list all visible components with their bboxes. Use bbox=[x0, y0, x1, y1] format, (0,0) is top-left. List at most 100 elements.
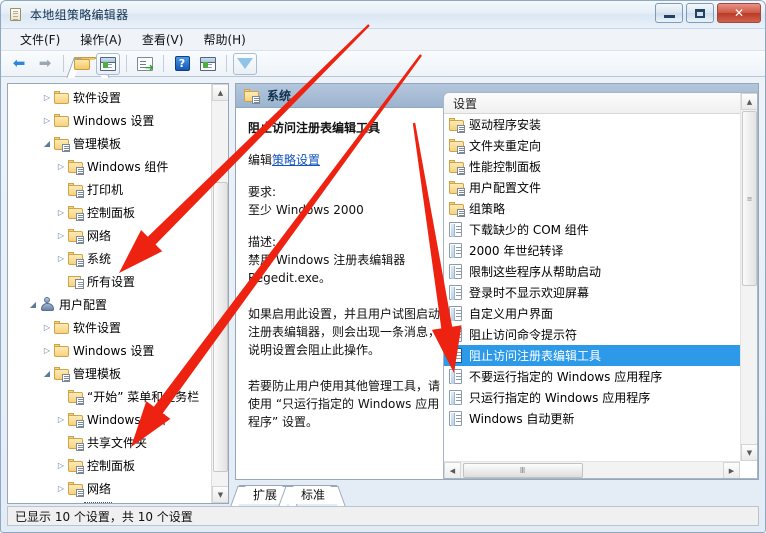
settings-list-row[interactable]: 自定义用户界面 bbox=[444, 303, 740, 324]
tree-node[interactable]: 打印机 bbox=[8, 178, 210, 201]
export-list-button[interactable]: ➜ bbox=[133, 53, 157, 75]
tree-node[interactable]: ▷ 网络 bbox=[8, 477, 210, 500]
back-button[interactable]: ⬅ bbox=[7, 53, 31, 75]
tree-expander-icon[interactable]: ◢ bbox=[40, 369, 54, 378]
policy-setting-icon bbox=[449, 327, 462, 342]
settings-list-row[interactable]: 登录时不显示欢迎屏幕 bbox=[444, 282, 740, 303]
list-hscroll-grip: Ⅲ bbox=[519, 466, 527, 475]
tree-expander-icon[interactable]: ▷ bbox=[54, 208, 68, 217]
tree-scroll-thumb[interactable] bbox=[213, 182, 228, 472]
tree-vertical-scrollbar[interactable]: ▲ ▼ bbox=[211, 84, 228, 503]
tree-node-label: 管理模板 bbox=[73, 137, 122, 151]
filter-button[interactable] bbox=[233, 52, 257, 75]
settings-list-row-label: 阻止访问命令提示符 bbox=[469, 328, 578, 342]
settings-list-row[interactable]: 驱动程序安装 bbox=[444, 114, 740, 135]
tree-node[interactable]: 共享文件夹 bbox=[8, 431, 210, 454]
settings-list-row[interactable]: 阻止访问命令提示符 bbox=[444, 324, 740, 345]
settings-list-row-label: 组策略 bbox=[469, 202, 506, 216]
tree-node[interactable]: ◢ 用户配置 bbox=[8, 293, 210, 316]
tree-node[interactable]: 所有设置 bbox=[8, 270, 210, 293]
settings-list-row[interactable]: 2000 年世纪转译 bbox=[444, 240, 740, 261]
settings-list-row[interactable]: 性能控制面板 bbox=[444, 156, 740, 177]
up-folder-button[interactable] bbox=[70, 53, 102, 75]
toolbar: ⬅ ➡ ➜ ? bbox=[1, 51, 765, 77]
tree-node[interactable]: “开始” 菜单和任务栏 bbox=[8, 385, 210, 408]
tree-node[interactable]: ▷ Windows 组件 bbox=[8, 408, 210, 431]
tree-node[interactable]: ▷ 软件设置 bbox=[8, 316, 210, 339]
settings-list-row-selected[interactable]: 阻止访问注册表编辑工具 bbox=[444, 345, 740, 366]
tree-node[interactable]: ▷系统 bbox=[8, 247, 210, 270]
tree-node[interactable]: ▷系统 bbox=[8, 500, 210, 503]
forward-button[interactable]: ➡ bbox=[33, 53, 57, 75]
tree-node-label: 软件设置 bbox=[73, 91, 122, 105]
settings-list-row[interactable]: 只运行指定的 Windows 应用程序 bbox=[444, 387, 740, 408]
tree-node[interactable]: ▷ 控制面板 bbox=[8, 201, 210, 224]
list-scroll-thumb[interactable]: ≡ bbox=[742, 111, 757, 286]
tree-node[interactable]: ◢ 管理模板 bbox=[8, 132, 210, 155]
tab-standard[interactable]: 标准 bbox=[287, 485, 338, 504]
list-scroll-right-icon[interactable]: ▶ bbox=[723, 462, 740, 478]
tree-expander-icon[interactable]: ▷ bbox=[54, 484, 68, 493]
properties-button[interactable] bbox=[196, 53, 220, 75]
menu-action[interactable]: 操作(A) bbox=[71, 29, 131, 50]
tree-expander-icon[interactable]: ▷ bbox=[40, 346, 54, 355]
settings-list-row[interactable]: 限制这些程序从帮助启动 bbox=[444, 261, 740, 282]
settings-list-row[interactable]: Windows 自动更新 bbox=[444, 408, 740, 429]
tree-node[interactable]: ▷ 控制面板 bbox=[8, 454, 210, 477]
tree-node[interactable]: ▷ 网络 bbox=[8, 224, 210, 247]
list-hscroll-thumb[interactable]: Ⅲ bbox=[463, 463, 583, 478]
tree-scroll-up-icon[interactable]: ▲ bbox=[212, 84, 228, 101]
tree-expander-icon[interactable]: ▷ bbox=[40, 323, 54, 332]
settings-list-row-label: 性能控制面板 bbox=[469, 160, 542, 174]
folder-up-icon bbox=[74, 57, 102, 70]
help-button[interactable]: ? bbox=[170, 53, 194, 75]
tree-scroll-down-icon[interactable]: ▼ bbox=[212, 486, 228, 503]
tree-expander-icon[interactable]: ▷ bbox=[40, 93, 54, 102]
tree-node[interactable]: ▷ Windows 组件 bbox=[8, 155, 210, 178]
tree-expander-icon[interactable]: ◢ bbox=[40, 139, 54, 148]
tree-node[interactable]: ◢ 管理模板 bbox=[8, 362, 210, 385]
tree-node-label: 打印机 bbox=[87, 183, 124, 197]
tree-node-label: 管理模板 bbox=[73, 367, 122, 381]
menu-file[interactable]: 文件(F) bbox=[11, 29, 69, 50]
console-tree[interactable]: ▷ 软件设置 ▷ Windows 设置 ◢ 管理模板 ▷ Windows 组件 打印机 ▷ 控制面板… bbox=[8, 84, 210, 503]
minimize-button[interactable] bbox=[655, 3, 683, 23]
settings-list-row[interactable]: 文件夹重定向 bbox=[444, 135, 740, 156]
list-scroll-left-icon[interactable]: ◀ bbox=[444, 462, 461, 478]
tree-expander-icon[interactable]: ▷ bbox=[54, 231, 68, 240]
maximize-button[interactable] bbox=[686, 3, 714, 23]
folder-policy-icon bbox=[68, 252, 84, 267]
content-area: ▷ 软件设置 ▷ Windows 设置 ◢ 管理模板 ▷ Windows 组件 打印机 ▷ 控制面板… bbox=[7, 83, 759, 504]
folder-icon bbox=[54, 321, 69, 334]
tree-node[interactable]: ▷ 软件设置 bbox=[8, 86, 210, 109]
tree-node[interactable]: ▷ Windows 设置 bbox=[8, 109, 210, 132]
settings-list-row[interactable]: 组策略 bbox=[444, 198, 740, 219]
menu-view[interactable]: 查看(V) bbox=[133, 29, 193, 50]
list-scroll-up-icon[interactable]: ▲ bbox=[741, 93, 757, 110]
settings-list-row[interactable]: 下载缺少的 COM 组件 bbox=[444, 219, 740, 240]
list-vertical-scrollbar[interactable]: ▲ ≡ ▼ bbox=[740, 93, 757, 461]
tree-expander-icon[interactable]: ▷ bbox=[54, 254, 68, 263]
settings-list-row[interactable]: 不要运行指定的 Windows 应用程序 bbox=[444, 366, 740, 387]
tree-expander-icon[interactable]: ▷ bbox=[54, 461, 68, 470]
list-scroll-down-icon[interactable]: ▼ bbox=[741, 444, 757, 461]
settings-column-header[interactable]: 设置 bbox=[444, 93, 740, 114]
folder-policy-icon bbox=[449, 181, 465, 196]
tree-node-label: Windows 设置 bbox=[73, 344, 155, 358]
tree-expander-icon[interactable]: ▷ bbox=[54, 162, 68, 171]
menu-help[interactable]: 帮助(H) bbox=[194, 29, 254, 50]
folder-icon bbox=[54, 91, 69, 104]
show-hide-tree-button[interactable] bbox=[96, 52, 120, 75]
tree-expander-icon[interactable]: ▷ bbox=[54, 415, 68, 424]
tree-expander-icon[interactable]: ◢ bbox=[26, 300, 40, 309]
tree-node-label: Windows 组件 bbox=[87, 160, 169, 174]
edit-policy-link[interactable]: 策略设置 bbox=[272, 153, 320, 167]
folder-policy-icon bbox=[68, 160, 84, 175]
settings-list-row-label: 自定义用户界面 bbox=[469, 307, 554, 321]
list-horizontal-scrollbar[interactable]: ◀ Ⅲ ▶ bbox=[444, 461, 740, 478]
close-button[interactable]: ✕ bbox=[717, 3, 761, 23]
settings-list-row[interactable]: 用户配置文件 bbox=[444, 177, 740, 198]
settings-list[interactable]: 驱动程序安装 文件夹重定向性能控制面板用户配置文件组策略下载缺少的 COM 组件 2… bbox=[444, 114, 740, 461]
tree-expander-icon[interactable]: ▷ bbox=[40, 116, 54, 125]
tree-node[interactable]: ▷ Windows 设置 bbox=[8, 339, 210, 362]
